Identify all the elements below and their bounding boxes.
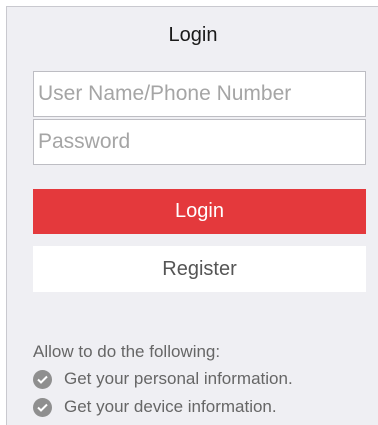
permission-item: Get your personal information. [33, 369, 293, 389]
username-input[interactable] [33, 71, 366, 117]
register-button[interactable]: Register [33, 246, 366, 292]
login-button[interactable]: Login [33, 189, 366, 234]
check-circle-icon [33, 397, 52, 417]
permissions-heading: Allow to do the following: [33, 342, 221, 361]
page-title: Login [168, 24, 218, 46]
password-input[interactable] [33, 119, 366, 165]
check-circle-icon [33, 369, 52, 389]
permission-label: Get your device information. [64, 397, 277, 416]
permission-item: Get your device information. [33, 397, 277, 417]
permission-label: Get your personal information. [64, 369, 293, 388]
